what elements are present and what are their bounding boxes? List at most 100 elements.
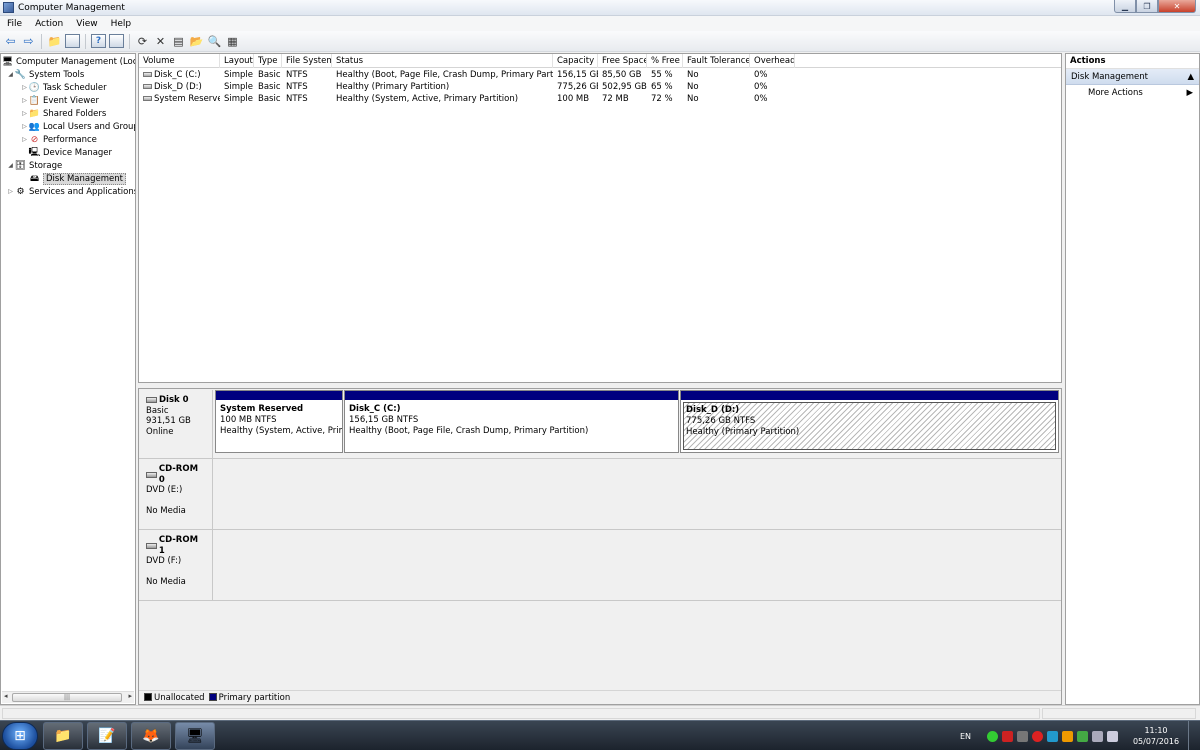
tree-item-disk-management[interactable]: 🖴 Disk Management [20,172,126,185]
properties-icon[interactable]: ▤ [171,34,186,49]
refresh-icon[interactable]: ⟳ [135,34,150,49]
toolbar-separator [129,33,130,49]
antivirus-icon[interactable] [1032,730,1043,742]
up-folder-icon[interactable]: 📁 [47,34,62,49]
partition-disk-d[interactable]: Disk_D (D:) 775,26 GB NTFS Healthy (Prim… [680,390,1059,453]
expand-icon[interactable]: ▷ [20,84,29,91]
tree-item-system-tools[interactable]: ◢ 🔧 System Tools [6,68,84,81]
column-header-free-space[interactable]: Free Space [598,54,647,68]
scroll-left-icon[interactable]: ◂ [4,692,8,700]
expand-icon[interactable]: ▷ [20,123,29,130]
menu-file[interactable]: File [0,19,28,29]
disk-label-cdrom-1[interactable]: CD-ROM 1 DVD (F:) No Media [140,530,213,600]
close-button[interactable]: ✕ [1158,0,1196,13]
document-icon: 📝 [98,728,116,744]
column-header-status[interactable]: Status [332,54,553,68]
collapse-up-icon[interactable]: ▲ [1187,69,1194,84]
menu-action[interactable]: Action [28,19,69,29]
tools-icon: 🔧 [14,69,27,80]
disk-settings-icon[interactable]: ▦ [225,34,240,49]
disk-graphical-view: Disk 0 Basic 931,51 GB Online System Res… [138,388,1062,705]
primary-partition-bar [681,391,1058,400]
taskbar-computer-management[interactable]: 🖥 [175,722,215,750]
volume-row[interactable]: Disk_D (D:) Simple Basic NTFS Healthy (P… [139,81,1061,93]
forward-icon[interactable]: ⇨ [21,34,36,49]
disk-label-cdrom-0[interactable]: CD-ROM 0 DVD (E:) No Media [140,459,213,529]
users-icon: 👥 [28,121,41,132]
search-icon[interactable]: 🔍 [207,34,222,49]
expand-icon[interactable]: ▷ [6,188,15,195]
window-title: Computer Management [18,2,125,13]
disk-row-disk-0: Disk 0 Basic 931,51 GB Online System Res… [139,389,1061,459]
volume-row[interactable]: System Reserved Simple Basic NTFS Health… [139,93,1061,105]
scrollbar-thumb[interactable]: ||| [12,693,122,702]
taskbar: ⊞ 📁 📝 🦊 🖥 EN 11:10 05/07/2016 [0,720,1200,750]
tree-item-shared-folders[interactable]: ▷ 📁 Shared Folders [20,107,106,120]
maximize-button[interactable]: ❐ [1136,0,1158,13]
toolbar: ⇦ ⇨ 📁 ? ⟳ ✕ ▤ 📂 🔍 ▦ [0,31,1200,52]
actions-section-disk-management[interactable]: Disk Management ▲ [1066,69,1199,85]
clock[interactable]: 11:10 05/07/2016 [1126,725,1186,747]
show-desktop-button[interactable] [1188,721,1200,750]
expand-icon[interactable]: ▷ [20,136,29,143]
collapse-icon[interactable]: ◢ [6,71,15,78]
show-hide-tree-icon[interactable] [65,34,80,48]
disk-label-disk-0[interactable]: Disk 0 Basic 931,51 GB Online [140,390,213,458]
tree-item-device-manager[interactable]: 🖳 Device Manager [20,146,113,159]
tree-horizontal-scrollbar[interactable]: ◂ ||| ▸ [2,691,134,703]
primary-partition-bar [345,391,678,400]
tree-item-computer-management[interactable]: 🖥 Computer Management (Local [2,55,135,68]
column-header-overhead[interactable]: Overhead [750,54,795,68]
tree-item-services-and-applications[interactable]: ▷ ⚙ Services and Applications [6,185,135,198]
tree-item-task-scheduler[interactable]: ▷ 🕒 Task Scheduler [20,81,106,94]
tree-item-local-users-and-groups[interactable]: ▷ 👥 Local Users and Groups [20,120,135,133]
back-icon[interactable]: ⇦ [3,34,18,49]
minimize-button[interactable]: ▁ [1114,0,1136,13]
unallocated-swatch [144,693,152,701]
folder-icon: 📁 [54,728,72,744]
help-icon[interactable]: ? [91,34,106,48]
network-app-icon[interactable] [1047,730,1058,742]
calendar-icon[interactable] [1077,730,1088,742]
partition-disk-c[interactable]: Disk_C (C:) 156,15 GB NTFS Healthy (Boot… [344,390,679,453]
update-icon[interactable] [1062,730,1073,742]
show-action-pane-icon[interactable] [109,34,124,48]
start-button[interactable]: ⊞ [2,722,38,750]
expand-icon[interactable]: ▷ [20,97,29,104]
taskbar-firefox[interactable]: 🦊 [131,722,171,750]
services-icon: ⚙ [16,186,25,197]
flag-icon[interactable] [1092,730,1103,742]
tray-app-icon[interactable] [1017,730,1028,742]
network-icon[interactable] [1107,730,1118,742]
primary-partition-swatch [208,693,217,701]
toolbar-separator [41,33,42,49]
scroll-right-icon[interactable]: ▸ [128,692,132,700]
language-indicator[interactable]: EN [960,732,971,741]
menu-help[interactable]: Help [104,19,138,29]
app-red-icon[interactable] [1002,730,1013,742]
column-header-file-system[interactable]: File System [282,54,332,68]
status-green-icon[interactable] [987,730,998,742]
column-header-volume[interactable]: Volume [139,54,220,68]
column-header-capacity[interactable]: Capacity [553,54,598,68]
performance-icon: ⊘ [30,134,39,145]
firefox-icon: 🦊 [142,728,160,744]
disk-0-partitions: System Reserved 100 MB NTFS Healthy (Sys… [214,390,1059,457]
more-actions-item[interactable]: More Actions ▶ [1066,85,1199,101]
column-header-percent-free[interactable]: % Free [647,54,683,68]
partition-system-reserved[interactable]: System Reserved 100 MB NTFS Healthy (Sys… [215,390,343,453]
expand-icon[interactable]: ▷ [20,110,29,117]
collapse-icon[interactable]: ◢ [6,162,15,169]
taskbar-document[interactable]: 📝 [87,722,127,750]
taskbar-explorer[interactable]: 📁 [43,722,83,750]
tree-item-event-viewer[interactable]: ▷ 📋 Event Viewer [20,94,99,107]
open-folder-icon[interactable]: 📂 [189,34,204,49]
column-header-type[interactable]: Type [254,54,282,68]
column-header-layout[interactable]: Layout [220,54,254,68]
column-header-fault-tolerance[interactable]: Fault Tolerance [683,54,750,68]
volume-row[interactable]: Disk_C (C:) Simple Basic NTFS Healthy (B… [139,69,1061,81]
actions-pane: Actions Disk Management ▲ More Actions ▶ [1065,53,1200,705]
volume-list: Volume Layout Type File System Status Ca… [138,53,1062,383]
delete-icon[interactable]: ✕ [153,34,168,49]
menu-view[interactable]: View [69,19,103,29]
